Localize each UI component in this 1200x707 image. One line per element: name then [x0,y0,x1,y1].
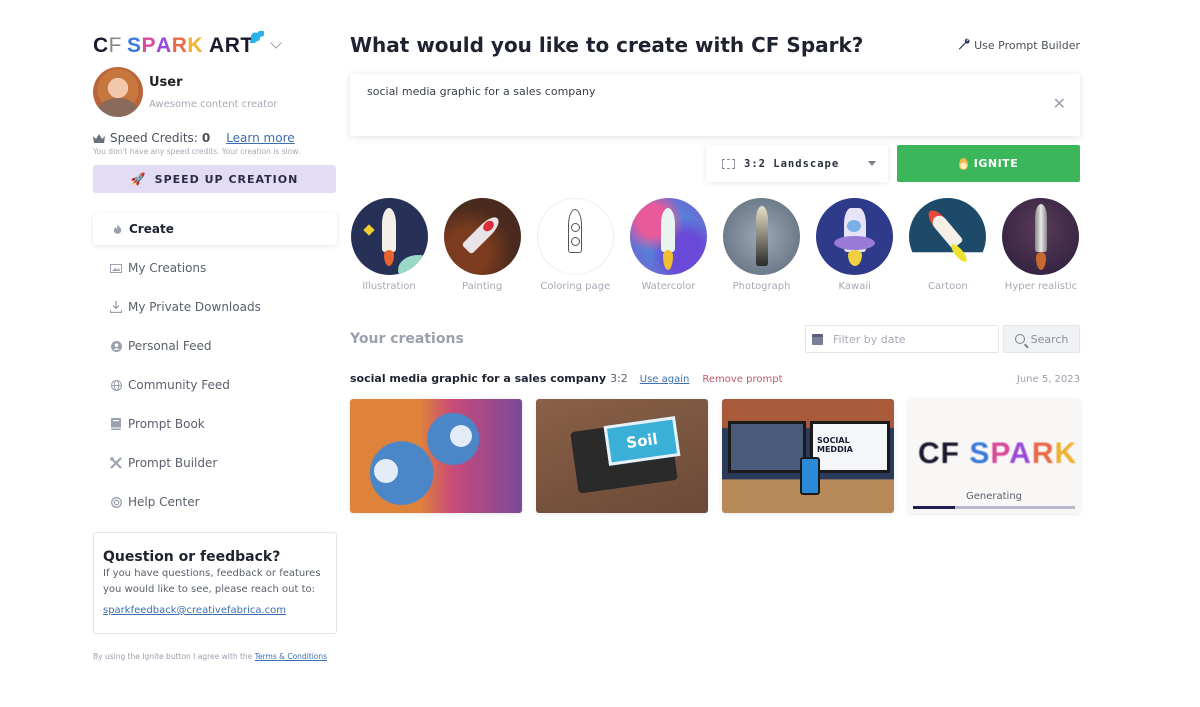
sidebar-nav: Create My Creations My Private Downloads… [93,213,337,518]
user-name: User [149,74,183,90]
user-profile: User Awesome content creator [93,67,337,117]
aspect-ratio-icon [722,158,735,169]
main-content: What would you like to create with CF Sp… [350,30,1080,513]
sidebar-item-personal-feed[interactable]: Personal Feed [93,330,337,362]
credits-value: 0 [201,131,211,145]
style-presets: Illustration Painting Coloring page Wate… [350,198,1080,292]
sidebar: CF SPARK ART User Awesome content creato… [93,30,337,664]
creations-title: Your creations [350,331,464,347]
creation-image[interactable] [350,399,522,513]
generating-placeholder: CF SPARK Generating [908,399,1080,513]
sidebar-item-prompt-builder[interactable]: Prompt Builder [93,447,337,479]
terms-link[interactable]: Terms & Conditions [255,652,327,661]
globe-icon [110,379,122,391]
flame-icon [958,157,968,170]
ignite-button[interactable]: IGNITE [897,145,1080,182]
style-thumbnail [350,198,428,275]
tools-icon [110,457,122,469]
credits-note: You don't have any speed credits. Your c… [93,147,301,156]
user-role: Awesome content creator [149,98,278,110]
style-thumbnail [536,198,614,275]
book-icon [110,418,122,430]
generation-controls: 3:2 Landscape IGNITE [350,145,1080,182]
style-painting[interactable]: Painting [443,198,521,292]
page-title: What would you like to create with CF Sp… [350,33,864,57]
style-illustration[interactable]: Illustration [350,198,428,292]
feedback-text: If you have questions, feedback or featu… [103,568,321,595]
feedback-title: Question or feedback? [103,549,281,565]
close-icon[interactable]: ✕ [1053,96,1066,112]
creation-ratio: 3:2 [610,372,628,385]
style-cartoon[interactable]: Cartoon [909,198,987,292]
credits-label: Speed Credits: [110,131,198,145]
avatar[interactable] [93,67,143,117]
style-thumbnail [1002,198,1080,275]
creations-header: Your creations Search [350,325,1080,353]
caret-down-icon [868,161,876,166]
gallery-icon [110,262,122,274]
progress-fill [913,506,956,509]
flame-icon [111,223,123,235]
speed-up-creation-button[interactable]: 🚀 SPEED UP CREATION [93,165,336,193]
logo-row: CF SPARK ART [93,30,337,60]
user-circle-icon [110,340,122,352]
speed-credits: Speed Credits: 0 Learn more [93,131,337,145]
use-again-link[interactable]: Use again [640,374,690,385]
logo-art: ART [209,30,264,56]
generating-status: Generating [965,491,1022,502]
search-button[interactable]: Search [1003,325,1080,353]
crown-icon [93,133,105,143]
style-thumbnail [443,198,521,275]
wrench-icon [958,38,970,53]
style-thumbnail [816,198,894,275]
prompt-box: ✕ [350,74,1080,136]
style-thumbnail [629,198,707,275]
sidebar-item-my-private-downloads[interactable]: My Private Downloads [93,291,337,323]
style-photograph[interactable]: Photograph [723,198,801,292]
prompt-input[interactable] [350,74,1080,136]
style-watercolor[interactable]: Watercolor [629,198,707,292]
remove-prompt-link[interactable]: Remove prompt [702,374,782,385]
learn-more-link[interactable]: Learn more [226,131,294,145]
creations-gallery: Soil SOCIAL MEDDIA CF SPARK Generating [350,399,1080,513]
rocket-icon: 🚀 [130,172,147,186]
terms-note: By using the Ignite button I agree with … [93,652,328,661]
sidebar-item-my-creations[interactable]: My Creations [93,252,337,284]
sidebar-item-create[interactable]: Create [93,213,337,245]
creation-group-header: social media graphic for a sales company… [350,372,1080,385]
style-thumbnail [909,198,987,275]
date-filter[interactable] [805,325,999,353]
generation-progress-bar [913,506,1075,509]
spark-art-logo[interactable]: CF SPARK ART [93,30,264,57]
download-icon [110,301,122,313]
style-kawaii[interactable]: Kawaii [816,198,894,292]
style-hyper-realistic[interactable]: Hyper realistic [1002,198,1080,292]
creation-image[interactable]: Soil [536,399,708,513]
logo-cf: CF [93,33,122,57]
paint-splash-icon [249,30,264,43]
search-icon [1014,334,1025,344]
chevron-down-icon[interactable] [270,37,282,49]
aspect-ratio-select[interactable]: 3:2 Landscape [706,145,888,182]
lifebuoy-icon [110,496,122,508]
sidebar-item-prompt-book[interactable]: Prompt Book [93,408,337,440]
calendar-icon [812,333,823,345]
date-filter-input[interactable] [833,332,993,346]
sidebar-item-help-center[interactable]: Help Center [93,486,337,518]
feedback-box: Question or feedback? If you have questi… [93,532,337,634]
feedback-email-link[interactable]: sparkfeedback@creativefabrica.com [103,605,286,616]
logo-spark: SPARK [127,33,204,57]
use-prompt-builder-link[interactable]: Use Prompt Builder [958,38,1080,53]
spark-logo-placeholder: CF SPARK [918,437,1078,470]
creation-image[interactable]: SOCIAL MEDDIA [722,399,894,513]
style-thumbnail [723,198,801,275]
style-coloring-page[interactable]: Coloring page [536,198,614,292]
creation-date: June 5, 2023 [1016,374,1080,385]
creation-prompt: social media graphic for a sales company [350,372,607,385]
sidebar-item-community-feed[interactable]: Community Feed [93,369,337,401]
